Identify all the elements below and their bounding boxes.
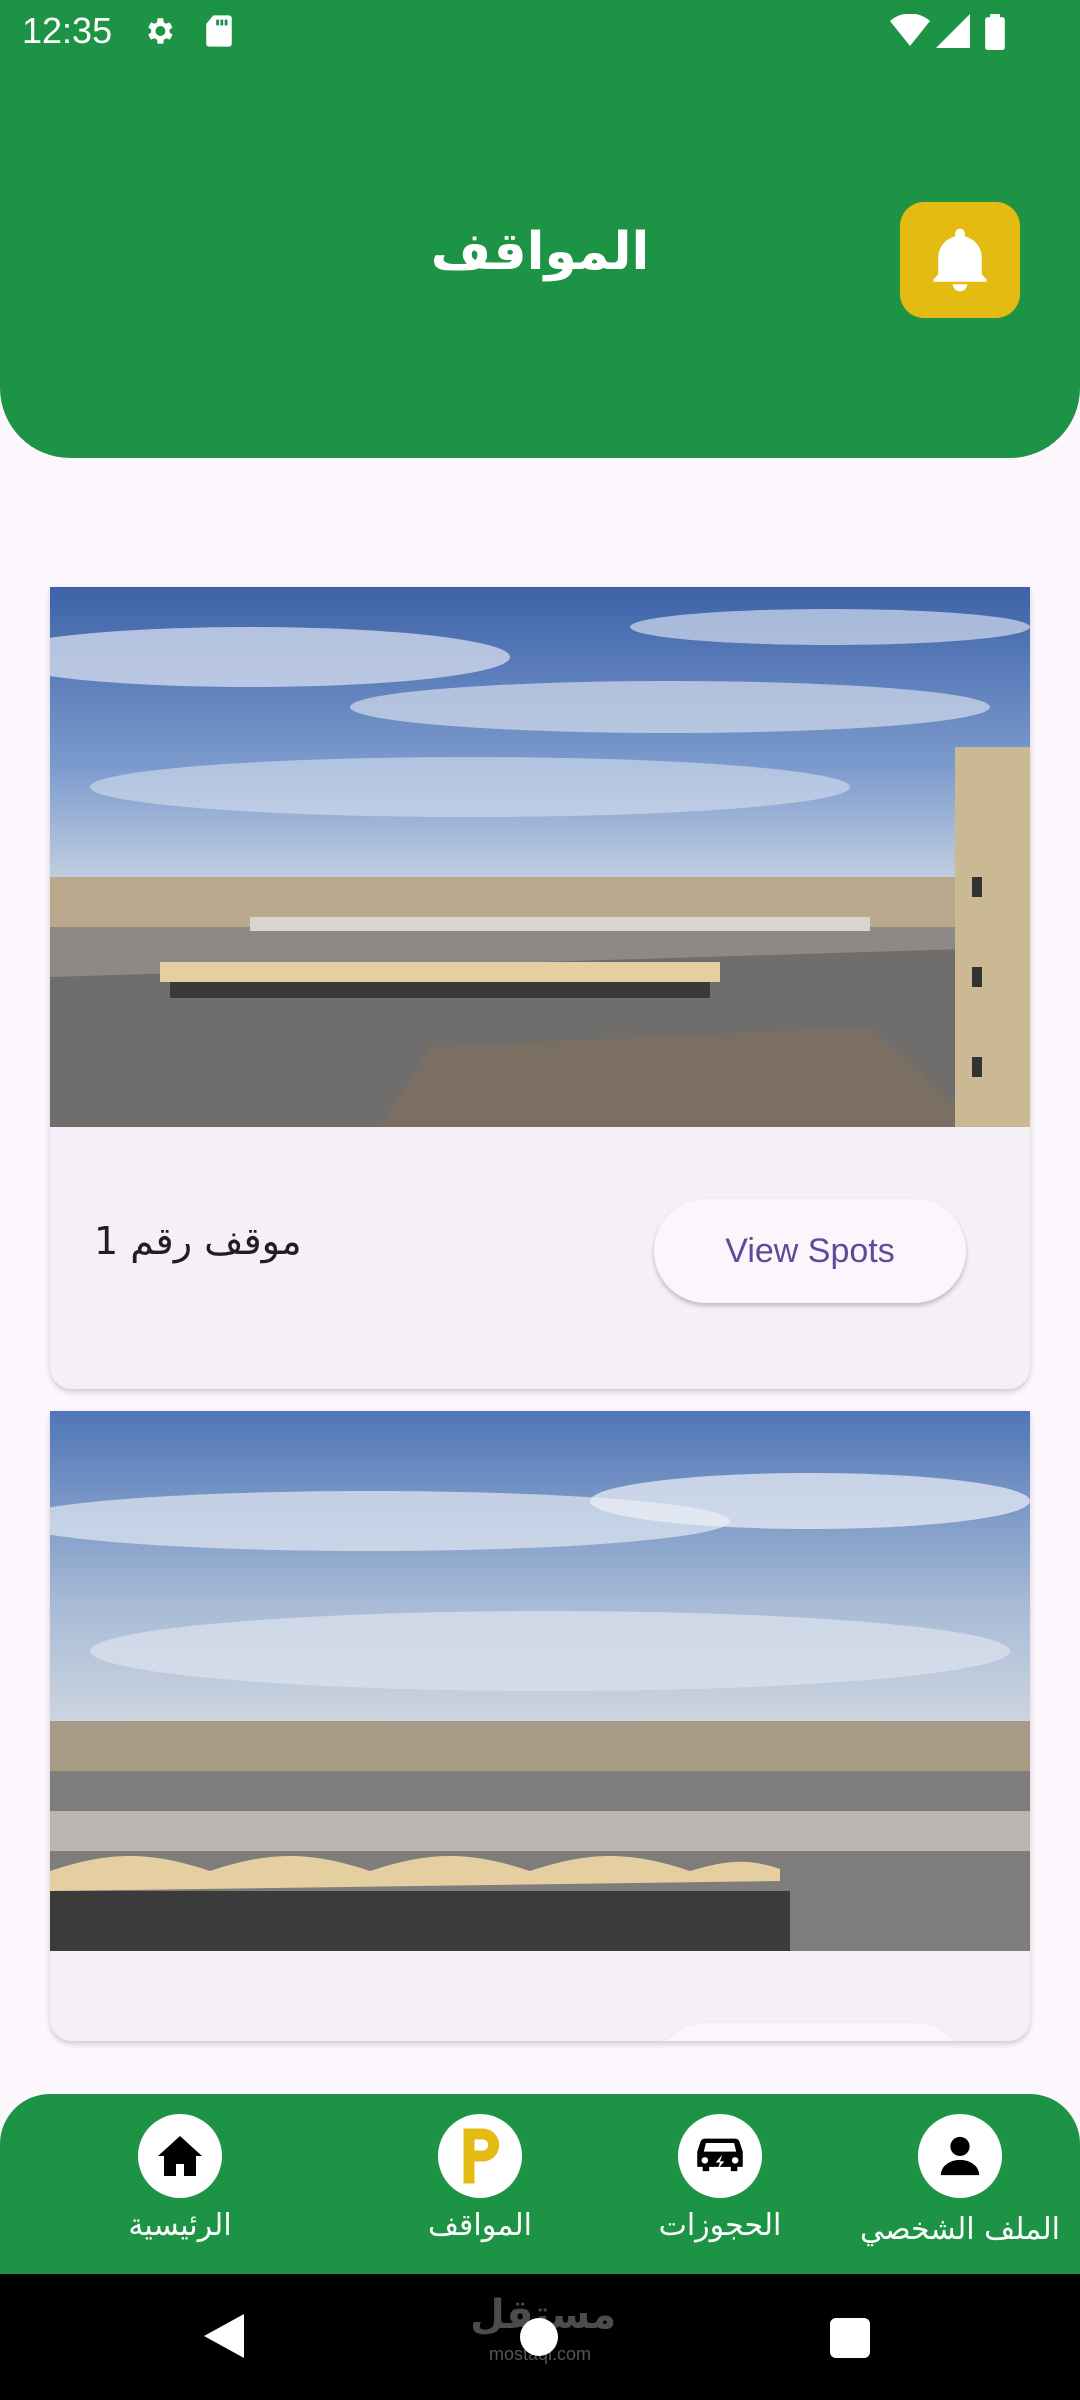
notifications-button[interactable] bbox=[900, 202, 1020, 318]
app-header: 12:35 المواقف bbox=[0, 0, 1080, 458]
parking-card[interactable]: موقف رقم 1 View Spots bbox=[50, 587, 1030, 1389]
nav-label: المواقف bbox=[427, 2208, 533, 2243]
parking-icon bbox=[463, 2128, 500, 2184]
back-icon[interactable] bbox=[204, 2314, 244, 2358]
signal-icon bbox=[936, 14, 970, 48]
status-time: 12:35 bbox=[22, 10, 113, 51]
car-icon bbox=[697, 2138, 743, 2172]
home-circle-icon[interactable] bbox=[520, 2318, 558, 2356]
nav-icon-circle bbox=[678, 2114, 762, 2198]
system-navigation-bar: مستقل mostaql.com bbox=[0, 2274, 1080, 2400]
parking-name: موقف رقم 1 bbox=[94, 1219, 302, 1263]
nav-label: الملف الشخصي bbox=[860, 2212, 1060, 2247]
parking-card[interactable] bbox=[50, 1411, 1030, 2041]
nav-item-parking[interactable]: المواقف bbox=[380, 2114, 580, 2264]
wifi-icon bbox=[890, 14, 930, 46]
nav-icon-circle bbox=[918, 2114, 1002, 2198]
status-bar: 12:35 bbox=[0, 0, 1080, 66]
view-spots-button[interactable] bbox=[654, 2023, 966, 2041]
nav-label: الرئيسية bbox=[128, 2208, 232, 2243]
nav-item-profile[interactable]: الملف الشخصي bbox=[860, 2114, 1060, 2264]
nav-icon-circle bbox=[438, 2114, 522, 2198]
sd-card-icon bbox=[206, 15, 232, 47]
person-icon bbox=[940, 2136, 980, 2176]
parking-lot-photo bbox=[50, 587, 1030, 1127]
nav-label: الحجوزات bbox=[658, 2208, 782, 2243]
recent-apps-icon[interactable] bbox=[830, 2318, 870, 2358]
home-icon bbox=[158, 2136, 202, 2176]
nav-item-bookings[interactable]: الحجوزات bbox=[620, 2114, 820, 2264]
settings-icon bbox=[148, 18, 173, 44]
view-spots-button[interactable]: View Spots bbox=[654, 1199, 966, 1303]
battery-icon bbox=[985, 14, 1005, 50]
bell-icon bbox=[933, 228, 987, 292]
nav-item-home[interactable]: الرئيسية bbox=[80, 2114, 280, 2264]
parking-lot-photo bbox=[50, 1411, 1030, 1951]
nav-icon-circle bbox=[138, 2114, 222, 2198]
bottom-navigation: الرئيسية المواقف الحجوزات الملف الشخصي bbox=[0, 2094, 1080, 2274]
